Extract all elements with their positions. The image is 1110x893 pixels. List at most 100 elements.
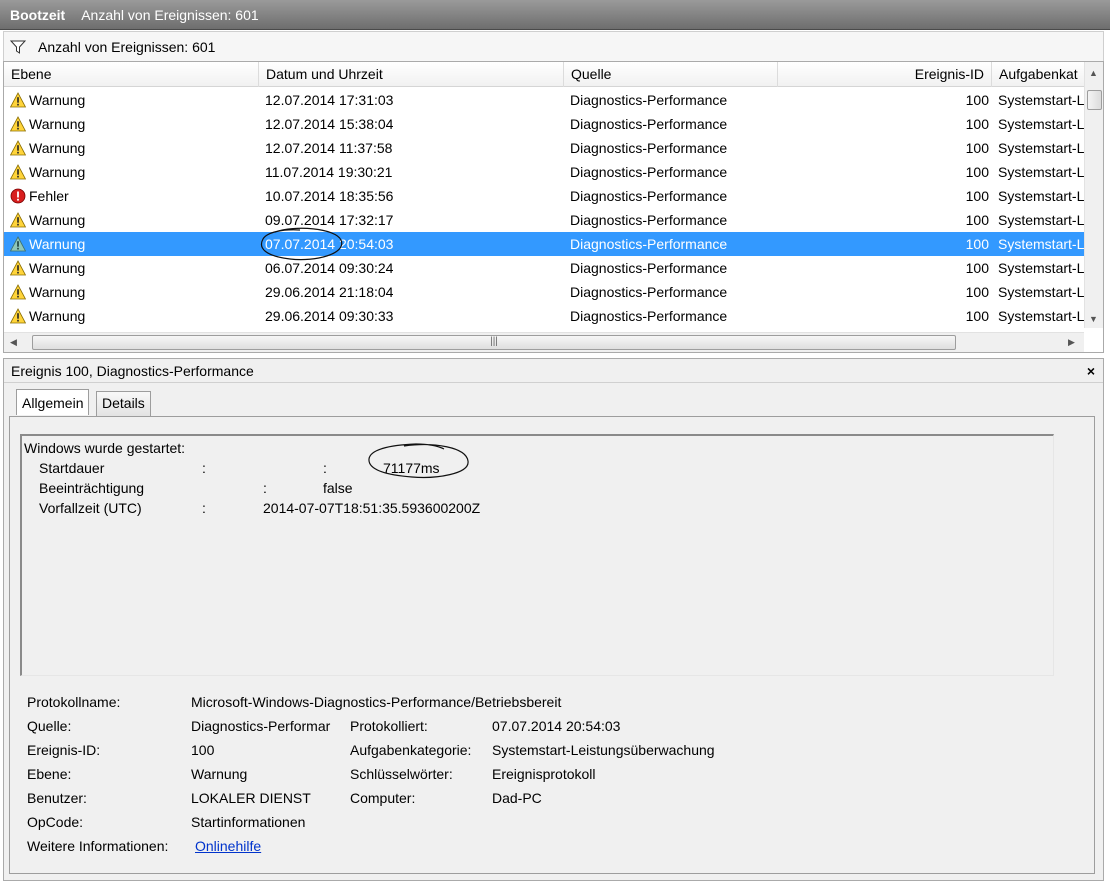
scroll-down-arrow-icon[interactable]: ▼: [1089, 314, 1098, 324]
table-row[interactable]: Warnung 29.06.2014 21:18:04 Diagnostics-Pe…: [4, 280, 1084, 304]
warning-icon: [10, 164, 26, 180]
cell-event-id: 100: [965, 116, 989, 132]
tab-details[interactable]: Details: [96, 391, 151, 416]
protokollname-label: Protokollname:: [27, 694, 121, 710]
table-row[interactable]: Warnung 09.07.2014 17:32:17 Diagnostics-Pe…: [4, 208, 1084, 232]
column-header-aufgabenkategorie[interactable]: Aufgabenkat: [992, 62, 1084, 87]
table-row[interactable]: Warnung 06.07.2014 09:30:24 Diagnostics-Pe…: [4, 256, 1084, 280]
event-detail-pane: Ereignis 100, Diagnostics-Performance × …: [3, 358, 1104, 881]
beeintraechtigung-label: Beeinträchtigung: [39, 480, 145, 496]
cell-level: Warnung: [10, 112, 260, 136]
computer-label: Computer:: [350, 790, 416, 806]
startdauer-label: Startdauer: [39, 460, 105, 476]
ebene-value: Warnung: [191, 766, 248, 782]
table-row[interactable]: Fehler 10.07.2014 18:35:56 Diagnostics-Per…: [4, 184, 1084, 208]
table-row[interactable]: Warnung 12.07.2014 11:37:58 Diagnostics-Pe…: [4, 136, 1084, 160]
cell-source: Diagnostics-Performance: [570, 164, 728, 180]
table-row[interactable]: Warnung 12.07.2014 17:31:03 Diagnostics-Pe…: [4, 88, 1084, 112]
level-text: Warnung: [29, 260, 86, 276]
column-header-ebene[interactable]: Ebene: [4, 62, 259, 87]
scroll-left-arrow-icon[interactable]: ◀: [10, 337, 17, 348]
cell-task-category: Systemstart-L: [998, 308, 1084, 324]
cell-event-id: 100: [965, 188, 989, 204]
column-header-quelle[interactable]: Quelle: [564, 62, 778, 87]
benutzer-label: Benutzer:: [27, 790, 87, 806]
protokolliert-label: Protokolliert:: [350, 718, 428, 734]
cell-source: Diagnostics-Performance: [570, 188, 728, 204]
cell-source: Diagnostics-Performance: [570, 284, 728, 300]
aufgabenkategorie-value: Systemstart-Leistungsüberwachung: [492, 742, 715, 758]
warning-icon: [10, 308, 26, 324]
app-title: Bootzeit: [10, 6, 66, 23]
ereignis-id-label: Ereignis-ID:: [27, 742, 101, 758]
weitere-informationen-label: Weitere Informationen:: [27, 838, 169, 854]
cell-event-id: 100: [965, 140, 989, 156]
cell-task-category: Systemstart-L: [998, 212, 1084, 228]
cell-level: Warnung: [10, 160, 260, 184]
scroll-up-arrow-icon[interactable]: ▲: [1089, 68, 1098, 78]
level-text: Fehler: [29, 188, 69, 204]
cell-date: 09.07.2014 17:32:17: [265, 212, 394, 228]
cell-date: 10.07.2014 18:35:56: [265, 188, 394, 204]
cell-event-id: 100: [965, 308, 989, 324]
cell-event-id: 100: [965, 212, 989, 228]
cell-event-id: 100: [965, 92, 989, 108]
event-table: Ebene Datum und Uhrzeit Quelle Ereignis-…: [3, 61, 1104, 353]
cell-task-category: Systemstart-L: [998, 164, 1084, 180]
funnel-icon[interactable]: [10, 40, 26, 54]
event-message-box[interactable]: Windows wurde gestartet: Startdauer : : …: [20, 434, 1054, 676]
cell-task-category: Systemstart-L: [998, 188, 1084, 204]
onlinehilfe-link[interactable]: Onlinehilfe: [195, 838, 261, 854]
cell-source: Diagnostics-Performance: [570, 212, 728, 228]
schluesselwoerter-label: Schlüsselwörter:: [350, 766, 453, 782]
protokollname-value: Microsoft-Windows-Diagnostics-Performanc…: [191, 694, 562, 710]
cell-event-id: 100: [965, 260, 989, 276]
cell-level: Warnung: [10, 208, 260, 232]
cell-task-category: Systemstart-L: [998, 116, 1084, 132]
vertical-scroll-thumb[interactable]: [1087, 90, 1102, 110]
scroll-right-arrow-icon[interactable]: ▶: [1068, 337, 1075, 348]
benutzer-value: LOKALER DIENST: [191, 790, 311, 806]
table-row[interactable]: Warnung 07.07.2014 20:54:03 Diagnostics-Pe…: [4, 232, 1084, 256]
vorfallzeit-value: 2014-07-07T18:51:35.593600200Z: [263, 500, 481, 516]
cell-level: Warnung: [10, 304, 260, 328]
column-header-datum[interactable]: Datum und Uhrzeit: [259, 62, 564, 87]
tab-allgemein[interactable]: Allgemein: [16, 389, 90, 415]
cell-date: 06.07.2014 09:30:24: [265, 260, 394, 276]
startdauer-value: 71177ms: [383, 460, 440, 476]
warning-icon: [10, 260, 26, 276]
aufgabenkategorie-label: Aufgabenkategorie:: [350, 742, 472, 758]
column-header-ereignis-id[interactable]: Ereignis-ID: [778, 62, 992, 87]
opcode-value: Startinformationen: [191, 814, 306, 830]
level-text: Warnung: [29, 116, 86, 132]
table-row[interactable]: Warnung 11.07.2014 19:30:21 Diagnostics-Pe…: [4, 160, 1084, 184]
filter-count-label: Anzahl von Ereignissen: 601: [38, 38, 216, 55]
cell-source: Diagnostics-Performance: [570, 140, 728, 156]
table-row[interactable]: Warnung 12.07.2014 15:38:04 Diagnostics-Pe…: [4, 112, 1084, 136]
cell-source: Diagnostics-Performance: [570, 260, 728, 276]
vorfallzeit-colon: :: [202, 500, 206, 516]
vertical-scrollbar[interactable]: ▲ ▼: [1084, 62, 1103, 328]
level-text: Warnung: [29, 140, 86, 156]
cell-source: Diagnostics-Performance: [570, 236, 728, 252]
tab-page-allgemein: Windows wurde gestartet: Startdauer : : …: [9, 416, 1095, 874]
horizontal-scrollbar[interactable]: ◀ ||| ▶: [4, 332, 1084, 352]
table-row[interactable]: Warnung 29.06.2014 09:30:33 Diagnostics-Pe…: [4, 304, 1084, 328]
ereignis-id-value: 100: [191, 742, 215, 758]
table-header: Ebene Datum und Uhrzeit Quelle Ereignis-…: [4, 62, 1103, 87]
horizontal-scroll-thumb[interactable]: |||: [32, 335, 956, 350]
cell-level: Warnung: [10, 136, 260, 160]
cell-source: Diagnostics-Performance: [570, 92, 728, 108]
cell-date: 12.07.2014 11:37:58: [265, 140, 393, 156]
event-count-title: Anzahl von Ereignissen: 601: [81, 6, 259, 23]
close-icon[interactable]: ×: [1087, 359, 1095, 383]
cell-event-id: 100: [965, 236, 989, 252]
ebene-label: Ebene:: [27, 766, 72, 782]
detail-header: Ereignis 100, Diagnostics-Performance: [4, 359, 1103, 383]
warning-icon: [10, 212, 26, 228]
level-text: Warnung: [29, 212, 86, 228]
level-text: Warnung: [29, 308, 86, 324]
vorfallzeit-label: Vorfallzeit (UTC): [39, 500, 142, 516]
cell-level: Warnung: [10, 256, 260, 280]
cell-event-id: 100: [965, 284, 989, 300]
